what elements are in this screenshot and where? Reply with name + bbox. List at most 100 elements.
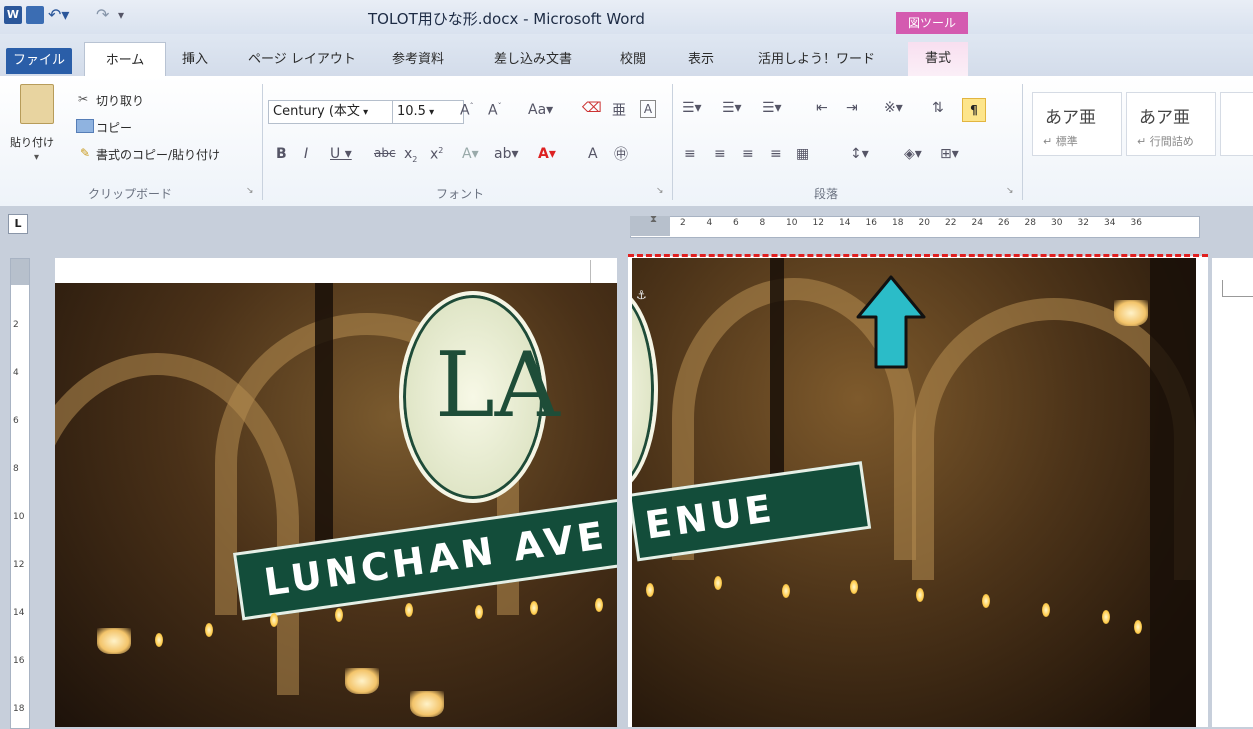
margin-corner-mark	[590, 260, 617, 284]
justify-icon[interactable]: ≡	[770, 146, 782, 162]
align-center-icon[interactable]: ≡	[714, 146, 726, 162]
paste-dropdown-icon[interactable]: ▾	[34, 152, 39, 163]
photo-lamp	[1114, 300, 1148, 326]
tab-review[interactable]: 校閲	[620, 48, 646, 67]
ruler-tick-label: 30	[1051, 218, 1063, 228]
group-separator	[672, 84, 673, 200]
align-left-icon[interactable]: ≡	[684, 146, 696, 162]
subscript-icon[interactable]: x2	[404, 146, 417, 164]
tab-page-layout[interactable]: ページ レイアウト	[248, 48, 356, 67]
bold-icon[interactable]: B	[276, 146, 287, 162]
shrink-font-icon[interactable]: Aˇ	[488, 102, 502, 119]
enclose-characters-icon[interactable]: ㊥	[614, 144, 628, 164]
text-effects-icon[interactable]: A▾	[462, 146, 479, 162]
photo-bulb	[916, 588, 924, 602]
ruler-tick-label: 14	[839, 218, 851, 228]
tab-picture-format[interactable]: 書式	[908, 42, 968, 76]
font-name-combo[interactable]: Century (本文 ▾	[268, 100, 394, 124]
photo-bulb	[205, 623, 213, 637]
clear-formatting-icon[interactable]: ⌫	[582, 100, 602, 116]
paragraph-group-label: 段落	[814, 187, 839, 201]
save-icon[interactable]	[26, 6, 44, 24]
tab-insert[interactable]: 挿入	[182, 48, 208, 67]
shading-icon[interactable]: ◈▾	[904, 146, 922, 162]
inserted-photo-left[interactable]: LA LUNCHAN AVE	[55, 283, 617, 727]
photo-bulb	[155, 633, 163, 647]
street-sign-text: ENUE	[642, 485, 778, 548]
highlight-color-icon[interactable]: ab▾	[494, 146, 519, 162]
character-border-icon[interactable]: A	[640, 100, 656, 118]
tab-katsuyo-word[interactable]: 活用しよう！ワード	[758, 48, 875, 67]
align-right-icon[interactable]: ≡	[742, 146, 754, 162]
font-name-value: Century (本文	[273, 104, 360, 119]
photo-lamp	[345, 668, 379, 694]
photo-lamp	[410, 691, 444, 717]
photo-bulb	[335, 608, 343, 622]
ruler-tick-label: 16	[865, 218, 877, 228]
style-normal[interactable]: あア亜 ↵ 標準	[1032, 92, 1122, 156]
strikethrough-icon[interactable]: abc	[374, 146, 396, 160]
document-page-next[interactable]	[1212, 258, 1253, 727]
up-arrow-icon	[856, 275, 926, 369]
style-partial[interactable]	[1220, 92, 1253, 156]
grow-font-icon[interactable]: Aˆ	[460, 102, 474, 119]
font-color-icon[interactable]: A▾	[538, 146, 556, 162]
font-size-combo[interactable]: 10.5 ▾	[392, 100, 464, 124]
tab-file[interactable]: ファイル	[6, 48, 72, 74]
borders-icon[interactable]: ⊞▾	[940, 146, 959, 162]
indent-marker-icon[interactable]: ⧗	[650, 214, 657, 225]
superscript-icon[interactable]: x2	[430, 146, 443, 163]
numbering-icon[interactable]: ☰▾	[722, 100, 742, 116]
paragraph-dialog-launcher-icon[interactable]: ↘	[1006, 186, 1014, 196]
top-edge-guide-line	[628, 254, 1208, 257]
quick-access-menu-icon[interactable]: ▾	[118, 6, 136, 24]
ruler-tick-label: 26	[998, 218, 1010, 228]
group-separator	[1022, 84, 1023, 200]
cut-button[interactable]: 切り取り	[96, 92, 144, 109]
change-case-icon[interactable]: Aa▾	[528, 102, 553, 118]
decrease-indent-icon[interactable]: ⇤	[816, 100, 828, 116]
tab-view[interactable]: 表示	[688, 48, 714, 67]
character-shading-icon[interactable]: A	[588, 146, 598, 162]
photo-bulb	[782, 584, 790, 598]
clipboard-dialog-launcher-icon[interactable]: ↘	[246, 186, 254, 196]
style-no-spacing[interactable]: あア亜 ↵ 行間詰め	[1126, 92, 1216, 156]
photo-bulb	[982, 594, 990, 608]
bullets-icon[interactable]: ☰▾	[682, 100, 702, 116]
window-title: TOLOT用ひな形.docx - Microsoft Word	[368, 10, 645, 28]
word-app-icon[interactable]: W	[4, 6, 22, 24]
asian-layout-icon[interactable]: ※▾	[884, 100, 903, 116]
tab-home[interactable]: ホーム	[84, 42, 166, 79]
show-formatting-marks-icon[interactable]: ¶	[962, 98, 986, 122]
phonetic-guide-icon[interactable]: 亜	[612, 100, 626, 120]
ruler-tick-label: 4	[706, 218, 713, 228]
line-spacing-icon[interactable]: ↕▾	[850, 146, 869, 162]
la-logo-text: LA	[435, 333, 560, 438]
distributed-icon[interactable]: ▦	[796, 146, 809, 162]
increase-indent-icon[interactable]: ⇥	[846, 100, 858, 116]
copy-button[interactable]: コピー	[96, 119, 132, 136]
vertical-ruler-tick-label: 16	[13, 656, 25, 666]
vertical-ruler-tick-label: 2	[13, 320, 19, 330]
font-dialog-launcher-icon[interactable]: ↘	[656, 186, 664, 196]
anchor-icon[interactable]: ⚓	[636, 288, 647, 302]
sort-icon[interactable]: ⇅	[932, 100, 944, 116]
multilevel-list-icon[interactable]: ☰▾	[762, 100, 782, 116]
ruler-tick-label: 24	[971, 218, 983, 228]
underline-icon[interactable]: U ▾	[330, 146, 352, 162]
style-sample-text: あア亜	[1045, 108, 1096, 128]
tab-stop-selector[interactable]: L	[8, 214, 28, 234]
paste-button-label[interactable]: 貼り付け	[10, 134, 54, 150]
undo-icon[interactable]: ↶▾	[48, 6, 70, 24]
vertical-ruler-tick-label: 8	[13, 464, 19, 474]
photo-bulb	[1042, 603, 1050, 617]
redo-icon[interactable]: ↷	[96, 6, 114, 24]
group-separator	[262, 84, 263, 200]
tab-mailings[interactable]: 差し込み文書	[494, 48, 572, 67]
photo-bulb	[475, 605, 483, 619]
format-painter-button[interactable]: 書式のコピー/貼り付け	[96, 146, 220, 163]
vertical-ruler-tick-label: 10	[13, 512, 25, 522]
tab-references[interactable]: 参考資料	[392, 48, 444, 67]
paste-icon[interactable]	[20, 84, 54, 124]
italic-icon[interactable]: I	[304, 146, 308, 162]
